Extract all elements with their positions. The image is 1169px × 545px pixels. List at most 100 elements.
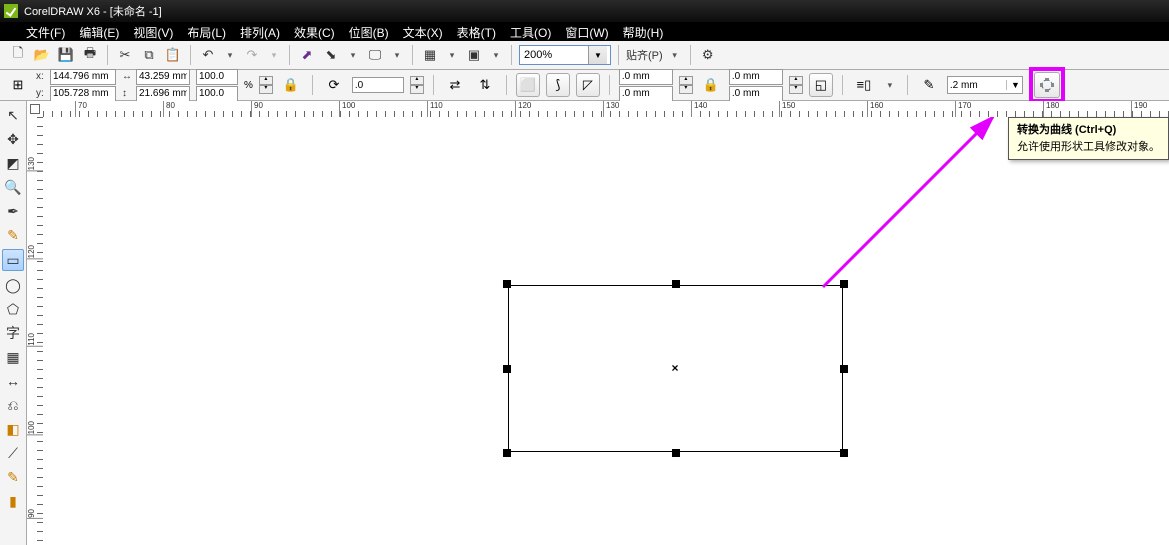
menu-edit[interactable]: 编辑(E) xyxy=(79,24,119,41)
mirror-v-icon[interactable]: ⇅ xyxy=(473,73,497,97)
ruler-tick: 120 xyxy=(27,243,43,259)
rectangle-tool-icon[interactable]: ▭ xyxy=(2,249,24,271)
center-marker[interactable]: × xyxy=(672,361,679,375)
menu-effect[interactable]: 效果(C) xyxy=(294,24,335,41)
menubar[interactable]: 文件(F) 编辑(E) 视图(V) 布局(L) 排列(A) 效果(C) 位图(B… xyxy=(0,23,1169,41)
menu-file[interactable]: 文件(F) xyxy=(26,24,65,41)
ruler-corner[interactable] xyxy=(27,101,44,118)
snap-label[interactable]: 贴齐(P) xyxy=(626,47,663,63)
menu-text[interactable]: 文本(X) xyxy=(403,24,443,41)
launcher-icon[interactable]: ▣ xyxy=(464,45,484,65)
smart-fill-icon[interactable]: ✎ xyxy=(3,225,23,245)
save-icon[interactable]: 💾 xyxy=(56,45,76,65)
print-icon[interactable]: 🖶 xyxy=(80,45,100,65)
corner-chamfer-icon[interactable]: ◸ xyxy=(576,73,600,97)
grid-dropdown-icon[interactable]: ▾ xyxy=(444,47,460,63)
freehand-tool-icon[interactable]: ✒ xyxy=(3,201,23,221)
handle-br[interactable] xyxy=(840,449,848,457)
width-icon: ↔ xyxy=(122,71,134,82)
convert-curves-button[interactable] xyxy=(1034,72,1060,98)
redo-icon[interactable]: ↷ xyxy=(242,45,262,65)
cut-icon[interactable]: ✂ xyxy=(115,45,135,65)
canvas[interactable]: × 转换为曲线 (Ctrl+Q) 允许使用形状工具修改对象。 xyxy=(43,117,1169,545)
handle-ml[interactable] xyxy=(503,365,511,373)
pick-tool-icon[interactable]: ↖ xyxy=(3,105,23,125)
publish-dropdown-icon[interactable]: ▾ xyxy=(389,47,405,63)
corner-round-icon[interactable]: ⬜ xyxy=(516,73,540,97)
menu-view[interactable]: 视图(V) xyxy=(133,24,173,41)
import-icon[interactable]: ⬈ xyxy=(297,45,317,65)
handle-tl[interactable] xyxy=(503,280,511,288)
lock-ratio-icon[interactable]: 🔒 xyxy=(279,73,303,97)
crop-tool-icon[interactable]: ◩ xyxy=(3,153,23,173)
text-wrap-dropdown-icon[interactable]: ▾ xyxy=(882,77,898,93)
open-icon[interactable]: 📂 xyxy=(32,45,52,65)
zoom-tool-icon[interactable]: 🔍 xyxy=(3,177,23,197)
options-icon[interactable]: ⚙ xyxy=(698,45,718,65)
handle-tr[interactable] xyxy=(840,280,848,288)
height-input[interactable] xyxy=(136,86,190,102)
zoom-combo[interactable]: ▼ xyxy=(519,45,611,65)
zoom-dropdown-icon[interactable]: ▼ xyxy=(588,46,607,64)
relative-corner-icon[interactable]: ◱ xyxy=(809,73,833,97)
rotation-input[interactable] xyxy=(352,77,404,93)
corner-scallop-icon[interactable]: ⟆ xyxy=(546,73,570,97)
interactive-tool-icon[interactable]: ◧ xyxy=(3,419,23,439)
scale-spinners[interactable]: ▴▾ xyxy=(259,76,273,94)
ruler-vertical[interactable]: 130 120 110 100 90 xyxy=(27,117,44,545)
lock-corner-icon[interactable]: 🔒 xyxy=(699,73,723,97)
text-tool-icon[interactable]: 字 xyxy=(3,323,23,343)
menu-arrange[interactable]: 排列(A) xyxy=(240,24,280,41)
outline-dropdown-icon[interactable]: ▼ xyxy=(1006,80,1020,90)
handle-tc[interactable] xyxy=(672,280,680,288)
mirror-h-icon[interactable]: ⇄ xyxy=(443,73,467,97)
y-input[interactable] xyxy=(50,86,116,102)
copy-icon[interactable]: ⧉ xyxy=(139,45,159,65)
undo-dropdown-icon[interactable]: ▾ xyxy=(222,47,238,63)
rectangle-object[interactable]: × xyxy=(508,285,843,452)
redo-dropdown-icon[interactable]: ▾ xyxy=(266,47,282,63)
text-wrap-icon[interactable]: ≡▯ xyxy=(852,73,876,97)
ellipse-tool-icon[interactable]: ◯ xyxy=(3,275,23,295)
shape-tool-icon[interactable]: ✥ xyxy=(3,129,23,149)
x-input[interactable] xyxy=(50,69,116,85)
launcher-dropdown-icon[interactable]: ▾ xyxy=(488,47,504,63)
corner12-spinners[interactable]: ▴▾ xyxy=(679,76,693,94)
undo-icon[interactable]: ↶ xyxy=(198,45,218,65)
fill-tool-icon[interactable]: ▮ xyxy=(3,491,23,511)
connector-tool-icon[interactable]: ⎌ xyxy=(3,395,23,415)
menu-layout[interactable]: 布局(L) xyxy=(187,24,226,41)
corner2-input[interactable] xyxy=(619,86,673,102)
corner1-input[interactable] xyxy=(619,69,673,85)
snap-dropdown-icon[interactable]: ▾ xyxy=(667,47,683,63)
corner34-spinners[interactable]: ▴▾ xyxy=(789,76,803,94)
grid-icon[interactable]: ▦ xyxy=(420,45,440,65)
new-icon[interactable]: 🗋 xyxy=(8,45,28,65)
menu-table[interactable]: 表格(T) xyxy=(457,24,496,41)
handle-bl[interactable] xyxy=(503,449,511,457)
scale-x-input[interactable] xyxy=(196,69,238,85)
handle-bc[interactable] xyxy=(672,449,680,457)
polygon-tool-icon[interactable]: ⬠ xyxy=(3,299,23,319)
width-input[interactable] xyxy=(136,69,190,85)
export-icon[interactable]: ⬊ xyxy=(321,45,341,65)
menu-help[interactable]: 帮助(H) xyxy=(623,24,664,41)
paste-icon[interactable]: 📋 xyxy=(163,45,183,65)
export-dropdown-icon[interactable]: ▾ xyxy=(345,47,361,63)
menu-window[interactable]: 窗口(W) xyxy=(565,24,608,41)
outline-width-combo[interactable]: .2 mm ▼ xyxy=(947,76,1023,94)
zoom-input[interactable] xyxy=(520,49,588,61)
dimension-tool-icon[interactable]: ↔ xyxy=(3,371,23,391)
corner4-input[interactable] xyxy=(729,86,783,102)
rotation-spinners[interactable]: ▴▾ xyxy=(410,76,424,94)
menu-tool[interactable]: 工具(O) xyxy=(510,24,551,41)
handle-mr[interactable] xyxy=(840,365,848,373)
ruler-horizontal[interactable]: 70 80 90 100 110 120 130 140 150 160 170… xyxy=(43,101,1169,118)
outline-tool-icon[interactable]: ✎ xyxy=(3,467,23,487)
table-tool-icon[interactable]: ▦ xyxy=(3,347,23,367)
menu-bitmap[interactable]: 位图(B) xyxy=(349,24,389,41)
publish-icon[interactable]: 🖵 xyxy=(365,45,385,65)
corner3-input[interactable] xyxy=(729,69,783,85)
scale-y-input[interactable] xyxy=(196,86,238,102)
eyedropper-icon[interactable]: ⟋ xyxy=(3,443,23,463)
